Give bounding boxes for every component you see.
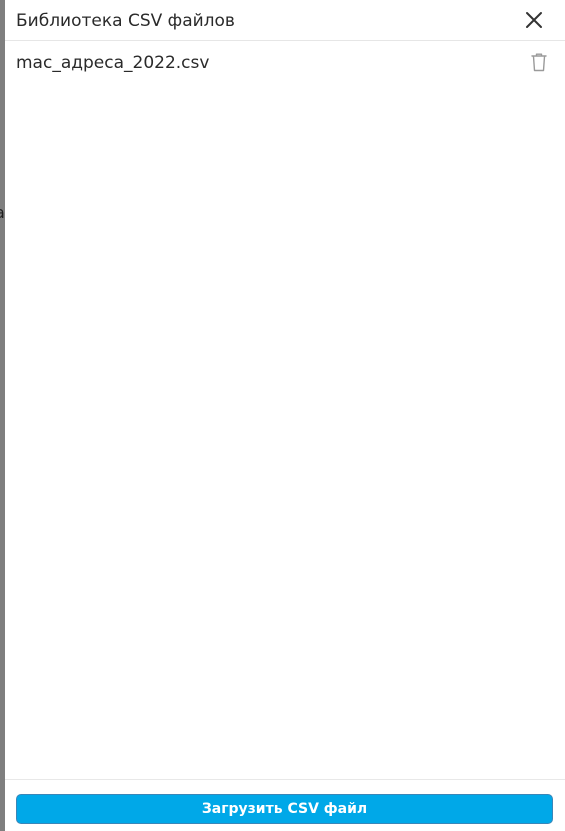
csv-library-dialog: Библиотека CSV файлов mac_адреса_2022.cs…: [5, 0, 565, 831]
close-button[interactable]: [522, 8, 546, 32]
trash-icon: [531, 53, 547, 72]
delete-file-button[interactable]: [528, 51, 550, 73]
close-icon: [526, 12, 542, 28]
file-name: mac_адреса_2022.csv: [16, 53, 210, 73]
dialog-footer: Загрузить CSV файл: [5, 779, 565, 831]
dialog-header: Библиотека CSV файлов: [5, 0, 565, 41]
file-list-item[interactable]: mac_адреса_2022.csv: [5, 42, 565, 84]
dialog-title: Библиотека CSV файлов: [16, 11, 235, 31]
upload-csv-button[interactable]: Загрузить CSV файл: [16, 794, 553, 824]
